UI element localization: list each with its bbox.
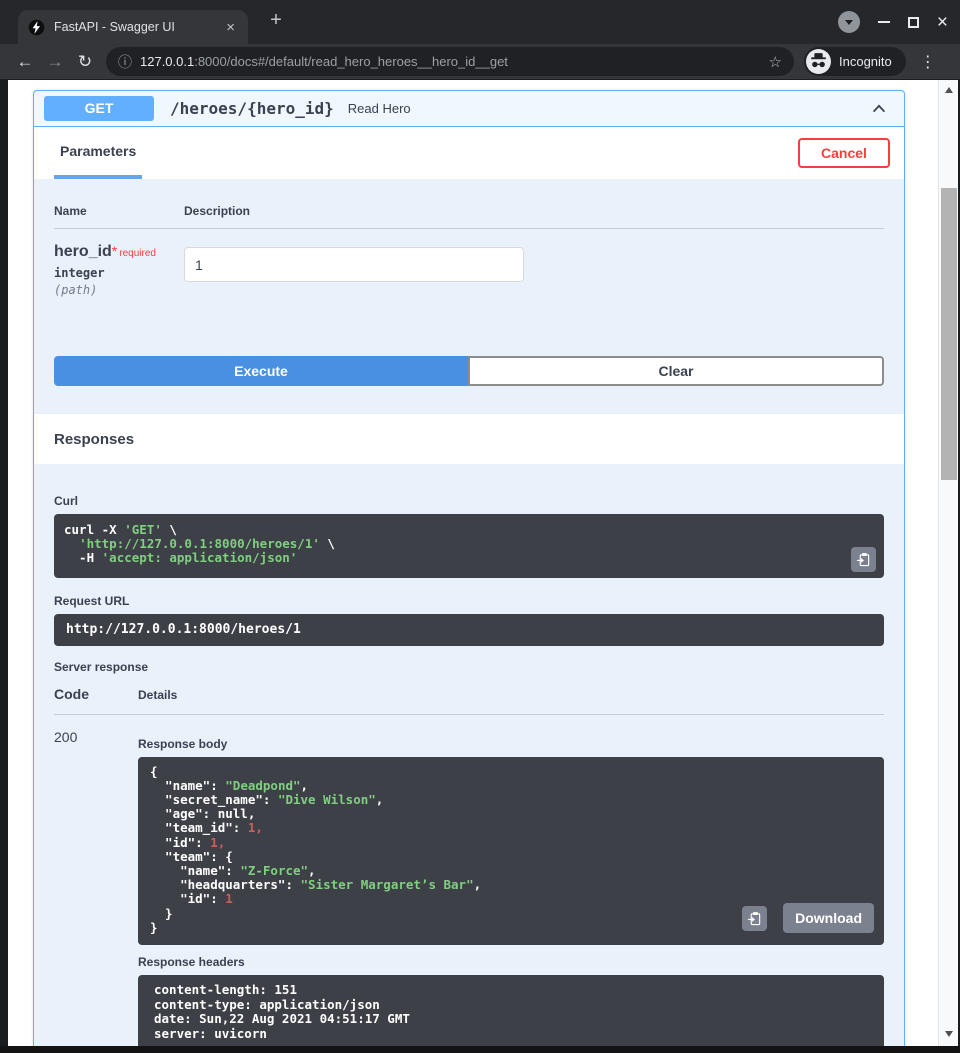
request-url-label: Request URL xyxy=(54,594,884,608)
maximize-button[interactable] xyxy=(908,17,919,28)
page-scrollbar[interactable] xyxy=(938,80,958,1046)
copy-curl-button[interactable] xyxy=(851,547,876,572)
parameter-row: hero_id*required integer (path) xyxy=(54,243,884,297)
maximize-icon xyxy=(908,17,919,28)
responses-section-header: Responses xyxy=(34,414,904,464)
clipboard-icon xyxy=(856,552,871,567)
http-method-badge: GET xyxy=(44,96,154,121)
url-bar[interactable]: ⓘ 127.0.0.1:8000/docs#/default/read_hero… xyxy=(106,47,794,76)
window-close-button[interactable]: × xyxy=(937,13,948,32)
endpoint-summary: Read Hero xyxy=(348,101,411,116)
hero-id-input[interactable] xyxy=(184,247,524,282)
download-button[interactable]: Download xyxy=(783,903,874,933)
site-info-icon[interactable]: ⓘ xyxy=(118,52,132,72)
tab-strip: FastAPI - Swagger UI × + × xyxy=(0,0,960,44)
execute-button-group: Execute Clear xyxy=(54,356,884,386)
copy-response-button[interactable] xyxy=(742,906,767,931)
cancel-button[interactable]: Cancel xyxy=(798,138,890,168)
collapse-chevron-up-icon[interactable] xyxy=(870,100,888,118)
tab-search-button[interactable] xyxy=(838,11,860,33)
back-button[interactable]: ← xyxy=(10,52,40,72)
request-url-block: http://127.0.0.1:8000/heroes/1 xyxy=(54,614,884,646)
responses-heading: Responses xyxy=(54,431,134,448)
scroll-up-button[interactable] xyxy=(939,82,959,98)
scrollbar-thumb[interactable] xyxy=(941,188,957,480)
window-controls: × xyxy=(838,0,948,44)
browser-menu-icon[interactable]: ⋮ xyxy=(918,52,938,72)
required-label: required xyxy=(119,248,156,259)
fastapi-favicon-icon xyxy=(28,19,45,36)
name-column-header: Name xyxy=(54,204,184,218)
parameter-name-cell: hero_id*required integer (path) xyxy=(54,243,184,297)
triangle-down-icon xyxy=(945,1031,953,1037)
description-column-header: Description xyxy=(184,204,250,218)
parameters-table-header: Name Description xyxy=(54,204,884,229)
reload-button[interactable]: ↻ xyxy=(70,52,100,72)
browser-tab[interactable]: FastAPI - Swagger UI × xyxy=(18,10,248,44)
curl-label: Curl xyxy=(54,494,884,508)
window-frame-left xyxy=(0,80,8,1053)
url-path: :8000/docs#/default/read_hero_heroes__he… xyxy=(194,54,508,69)
response-body-block: { "name": "Deadpond", "secret_name": "Di… xyxy=(138,757,884,945)
parameters-section: Name Description hero_id*required intege… xyxy=(34,179,904,414)
parameter-name: hero_id xyxy=(54,243,112,260)
server-response-label: Server response xyxy=(54,660,884,674)
live-response-row: 200 Response body { "name": "Deadpond", … xyxy=(54,729,884,1046)
url-text: 127.0.0.1:8000/docs#/default/read_hero_h… xyxy=(140,54,761,69)
required-star: * xyxy=(112,243,117,259)
parameter-description-cell xyxy=(184,243,524,297)
tab-title: FastAPI - Swagger UI xyxy=(54,20,223,34)
new-tab-button[interactable]: + xyxy=(264,9,288,32)
parameter-type: integer xyxy=(54,266,184,280)
incognito-label: Incognito xyxy=(839,54,892,69)
clipboard-icon xyxy=(747,911,762,926)
execute-button[interactable]: Execute xyxy=(54,356,468,386)
window-frame-bottom xyxy=(0,1046,960,1053)
endpoint-path: /heroes/{hero_id} xyxy=(170,99,334,118)
opblock-get-heroes: GET /heroes/{hero_id} Read Hero Paramete… xyxy=(33,90,905,1046)
incognito-badge: Incognito xyxy=(804,47,906,76)
forward-button[interactable]: → xyxy=(40,52,70,72)
tab-parameters: Parameters xyxy=(54,127,142,179)
incognito-icon xyxy=(806,49,831,74)
swagger-page: GET /heroes/{hero_id} Read Hero Paramete… xyxy=(8,80,938,1046)
status-code: 200 xyxy=(54,729,138,1046)
response-headers-block: content-length: 151 content-type: applic… xyxy=(138,975,884,1046)
response-body-controls: Download xyxy=(742,903,874,933)
minimize-icon xyxy=(878,21,890,23)
browser-toolbar: ← → ↻ ⓘ 127.0.0.1:8000/docs#/default/rea… xyxy=(0,44,960,80)
code-column-header: Code xyxy=(54,686,138,702)
tab-close-icon[interactable]: × xyxy=(223,19,238,36)
response-body-label: Response body xyxy=(138,737,884,751)
responses-section: Curl curl -X 'GET' \ 'http://127.0.0.1:8… xyxy=(34,464,904,1046)
triangle-up-icon xyxy=(945,87,953,93)
parameter-location: (path) xyxy=(54,283,184,297)
url-host: 127.0.0.1 xyxy=(140,54,194,69)
curl-code-block: curl -X 'GET' \ 'http://127.0.0.1:8000/h… xyxy=(54,514,884,578)
response-details-cell: Response body { "name": "Deadpond", "sec… xyxy=(138,729,884,1046)
scroll-down-button[interactable] xyxy=(939,1026,959,1042)
bookmark-star-icon[interactable]: ☆ xyxy=(769,53,782,71)
parameters-tab-bar: Parameters Cancel xyxy=(34,127,904,179)
chevron-down-icon xyxy=(845,20,853,25)
live-response-table-header: Code Details xyxy=(54,686,884,715)
response-headers-label: Response headers xyxy=(138,955,884,969)
minimize-button[interactable] xyxy=(878,21,890,23)
opblock-header[interactable]: GET /heroes/{hero_id} Read Hero xyxy=(34,91,904,127)
details-column-header: Details xyxy=(138,686,177,702)
browser-window: FastAPI - Swagger UI × + × ← → ↻ ⓘ 127.0… xyxy=(0,0,960,1053)
clear-button[interactable]: Clear xyxy=(468,356,884,386)
